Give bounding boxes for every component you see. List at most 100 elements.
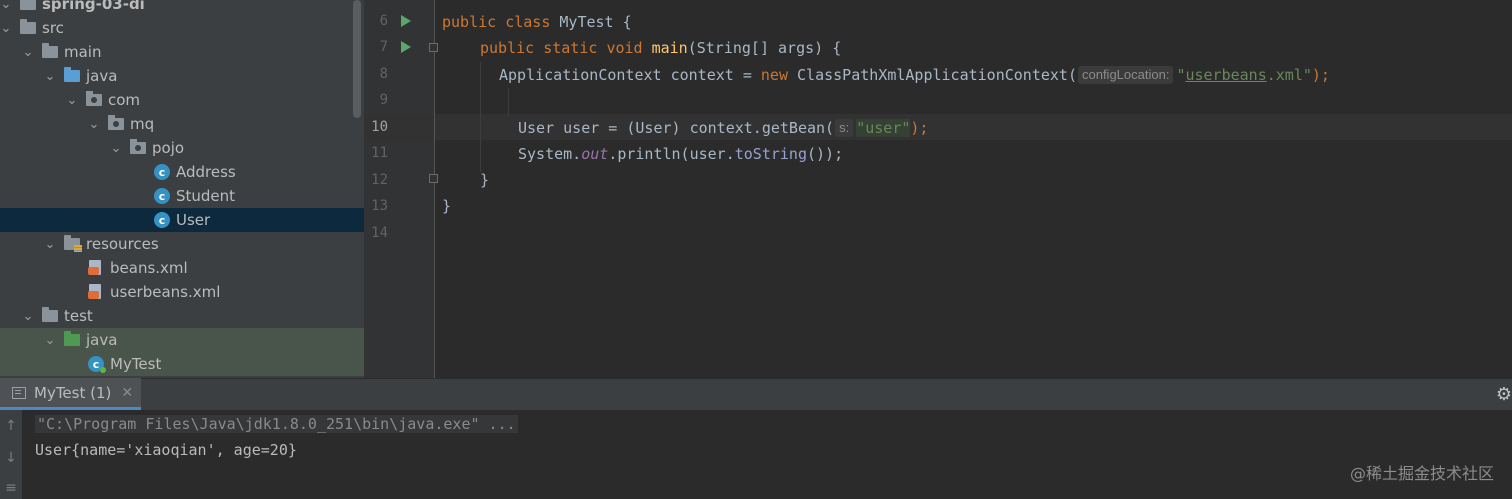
keyword: void [606,39,643,57]
xml-file-icon [88,284,104,300]
code-text: User user = (User) context.getBean( [518,119,835,137]
string-literal: "user" [856,119,911,137]
wrap-lines-icon[interactable]: ≡ [0,480,22,496]
source-folder-icon [64,67,80,82]
keyword: class [505,13,551,31]
watermark: @稀土掘金技术社区 [1349,464,1494,483]
code-line-11: System.out.println(user.toString()); [518,144,843,164]
tree-item-user[interactable]: c User [0,208,364,232]
console-icon [12,386,26,399]
tree-item-resources[interactable]: ⌄ resources [0,232,364,256]
chevron-down-icon[interactable]: ⌄ [0,0,12,12]
project-tree: ⌄ spring-03-di ⌄ src ⌄ main ⌄ java ⌄ com… [0,0,364,378]
gear-icon[interactable]: ⚙ [1496,384,1512,405]
chevron-down-icon[interactable]: ⌄ [22,45,34,60]
console-toolbar: ↑ ↓ ≡ [0,410,22,499]
tree-item-label: userbeans.xml [110,283,221,301]
tree-item-label: spring-03-di [42,0,145,13]
keyword: public [442,13,497,31]
tree-item-label: User [176,211,211,229]
gutter-divider [434,0,435,378]
string-literal-link[interactable]: userbeans [1185,66,1266,84]
tree-item-label: Address [176,163,236,181]
tree-item-java-test[interactable]: ⌄ java [0,328,364,352]
code-text: { [613,13,632,31]
resources-folder-icon [64,235,82,252]
tree-item-src[interactable]: ⌄ src [0,16,364,40]
folder-icon [42,307,58,322]
tree-item-label: beans.xml [110,259,188,277]
fold-marker-icon[interactable] [429,43,438,52]
package-icon [130,139,146,154]
tree-item-label: test [64,307,93,325]
chevron-down-icon[interactable]: ⌄ [44,237,56,252]
editor-gutter [364,0,434,378]
tree-item-java-main[interactable]: ⌄ java [0,64,364,88]
run-tool-window-header [0,378,1512,410]
tree-item-label: pojo [152,139,185,157]
code-text: ClassPathXmlApplicationContext( [788,66,1077,84]
line-number: 14 [371,225,388,241]
run-main-icon[interactable] [401,41,411,53]
line-number: 13 [371,198,388,214]
method-name: main [651,39,688,57]
code-line-7: public static void main(String[] args) { [480,38,841,58]
tree-item-address[interactable]: c Address [0,160,364,184]
code-text: System. [518,145,582,163]
tree-item-label: src [42,19,64,37]
tree-item-label: Student [176,187,236,205]
tree-scrollbar[interactable] [353,0,361,118]
chevron-down-icon[interactable]: ⌄ [0,21,12,36]
package-icon [86,91,102,106]
tree-item-label: java [86,67,118,85]
code-line-6: public class MyTest { [442,12,632,32]
code-text: ); [1311,66,1330,84]
tree-item-label: java [86,331,118,349]
xml-file-icon [88,260,104,276]
code-text: ); [910,119,929,137]
class-icon: c [154,212,170,228]
code-line-12: } [480,171,490,189]
tree-item-com[interactable]: ⌄ com [0,88,364,112]
tab-run-mytest[interactable]: MyTest (1) ✕ [0,378,142,410]
run-class-icon[interactable] [401,15,411,27]
chevron-down-icon[interactable]: ⌄ [44,69,56,84]
tree-item-module[interactable]: ⌄ spring-03-di [0,0,364,16]
class-icon: c [154,188,170,204]
tree-item-mq[interactable]: ⌄ mq [0,112,364,136]
line-number: 9 [379,92,388,108]
line-number: 7 [379,39,388,55]
keyword: public [480,39,535,57]
line-number: 6 [379,13,388,29]
tree-item-beans-xml[interactable]: beans.xml [0,256,364,280]
indent-guide [508,88,509,116]
chevron-down-icon[interactable]: ⌄ [88,117,100,132]
code-text: (String[] args) { [687,39,842,57]
tree-item-student[interactable]: c Student [0,184,364,208]
tab-label: MyTest (1) [34,383,112,402]
console-line-command: "C:\Program Files\Java\jdk1.8.0_251\bin\… [35,415,518,433]
module-icon [20,0,36,10]
string-literal: .xml" [1266,66,1312,84]
line-number: 11 [371,145,388,161]
close-icon[interactable]: ✕ [121,385,133,401]
line-number: 8 [379,66,388,82]
tree-item-userbeans-xml[interactable]: userbeans.xml [0,280,364,304]
chevron-down-icon[interactable]: ⌄ [22,309,34,324]
folder-icon [20,19,36,34]
arrow-up-icon[interactable]: ↑ [0,418,22,434]
code-text: .println(user. [608,145,735,163]
tree-item-main[interactable]: ⌄ main [0,40,364,64]
test-source-folder-icon [64,331,80,346]
tree-item-test[interactable]: ⌄ test [0,304,364,328]
parameter-hint: s: [835,119,854,137]
chevron-down-icon[interactable]: ⌄ [110,141,122,156]
tree-item-label: main [64,43,102,61]
chevron-down-icon[interactable]: ⌄ [66,93,78,108]
tree-item-mytest[interactable]: c MyTest [0,352,364,376]
line-number: 12 [371,172,388,188]
chevron-down-icon[interactable]: ⌄ [44,333,56,348]
fold-marker-icon[interactable] [429,174,438,183]
arrow-down-icon[interactable]: ↓ [0,450,22,466]
tree-item-pojo[interactable]: ⌄ pojo [0,136,364,160]
